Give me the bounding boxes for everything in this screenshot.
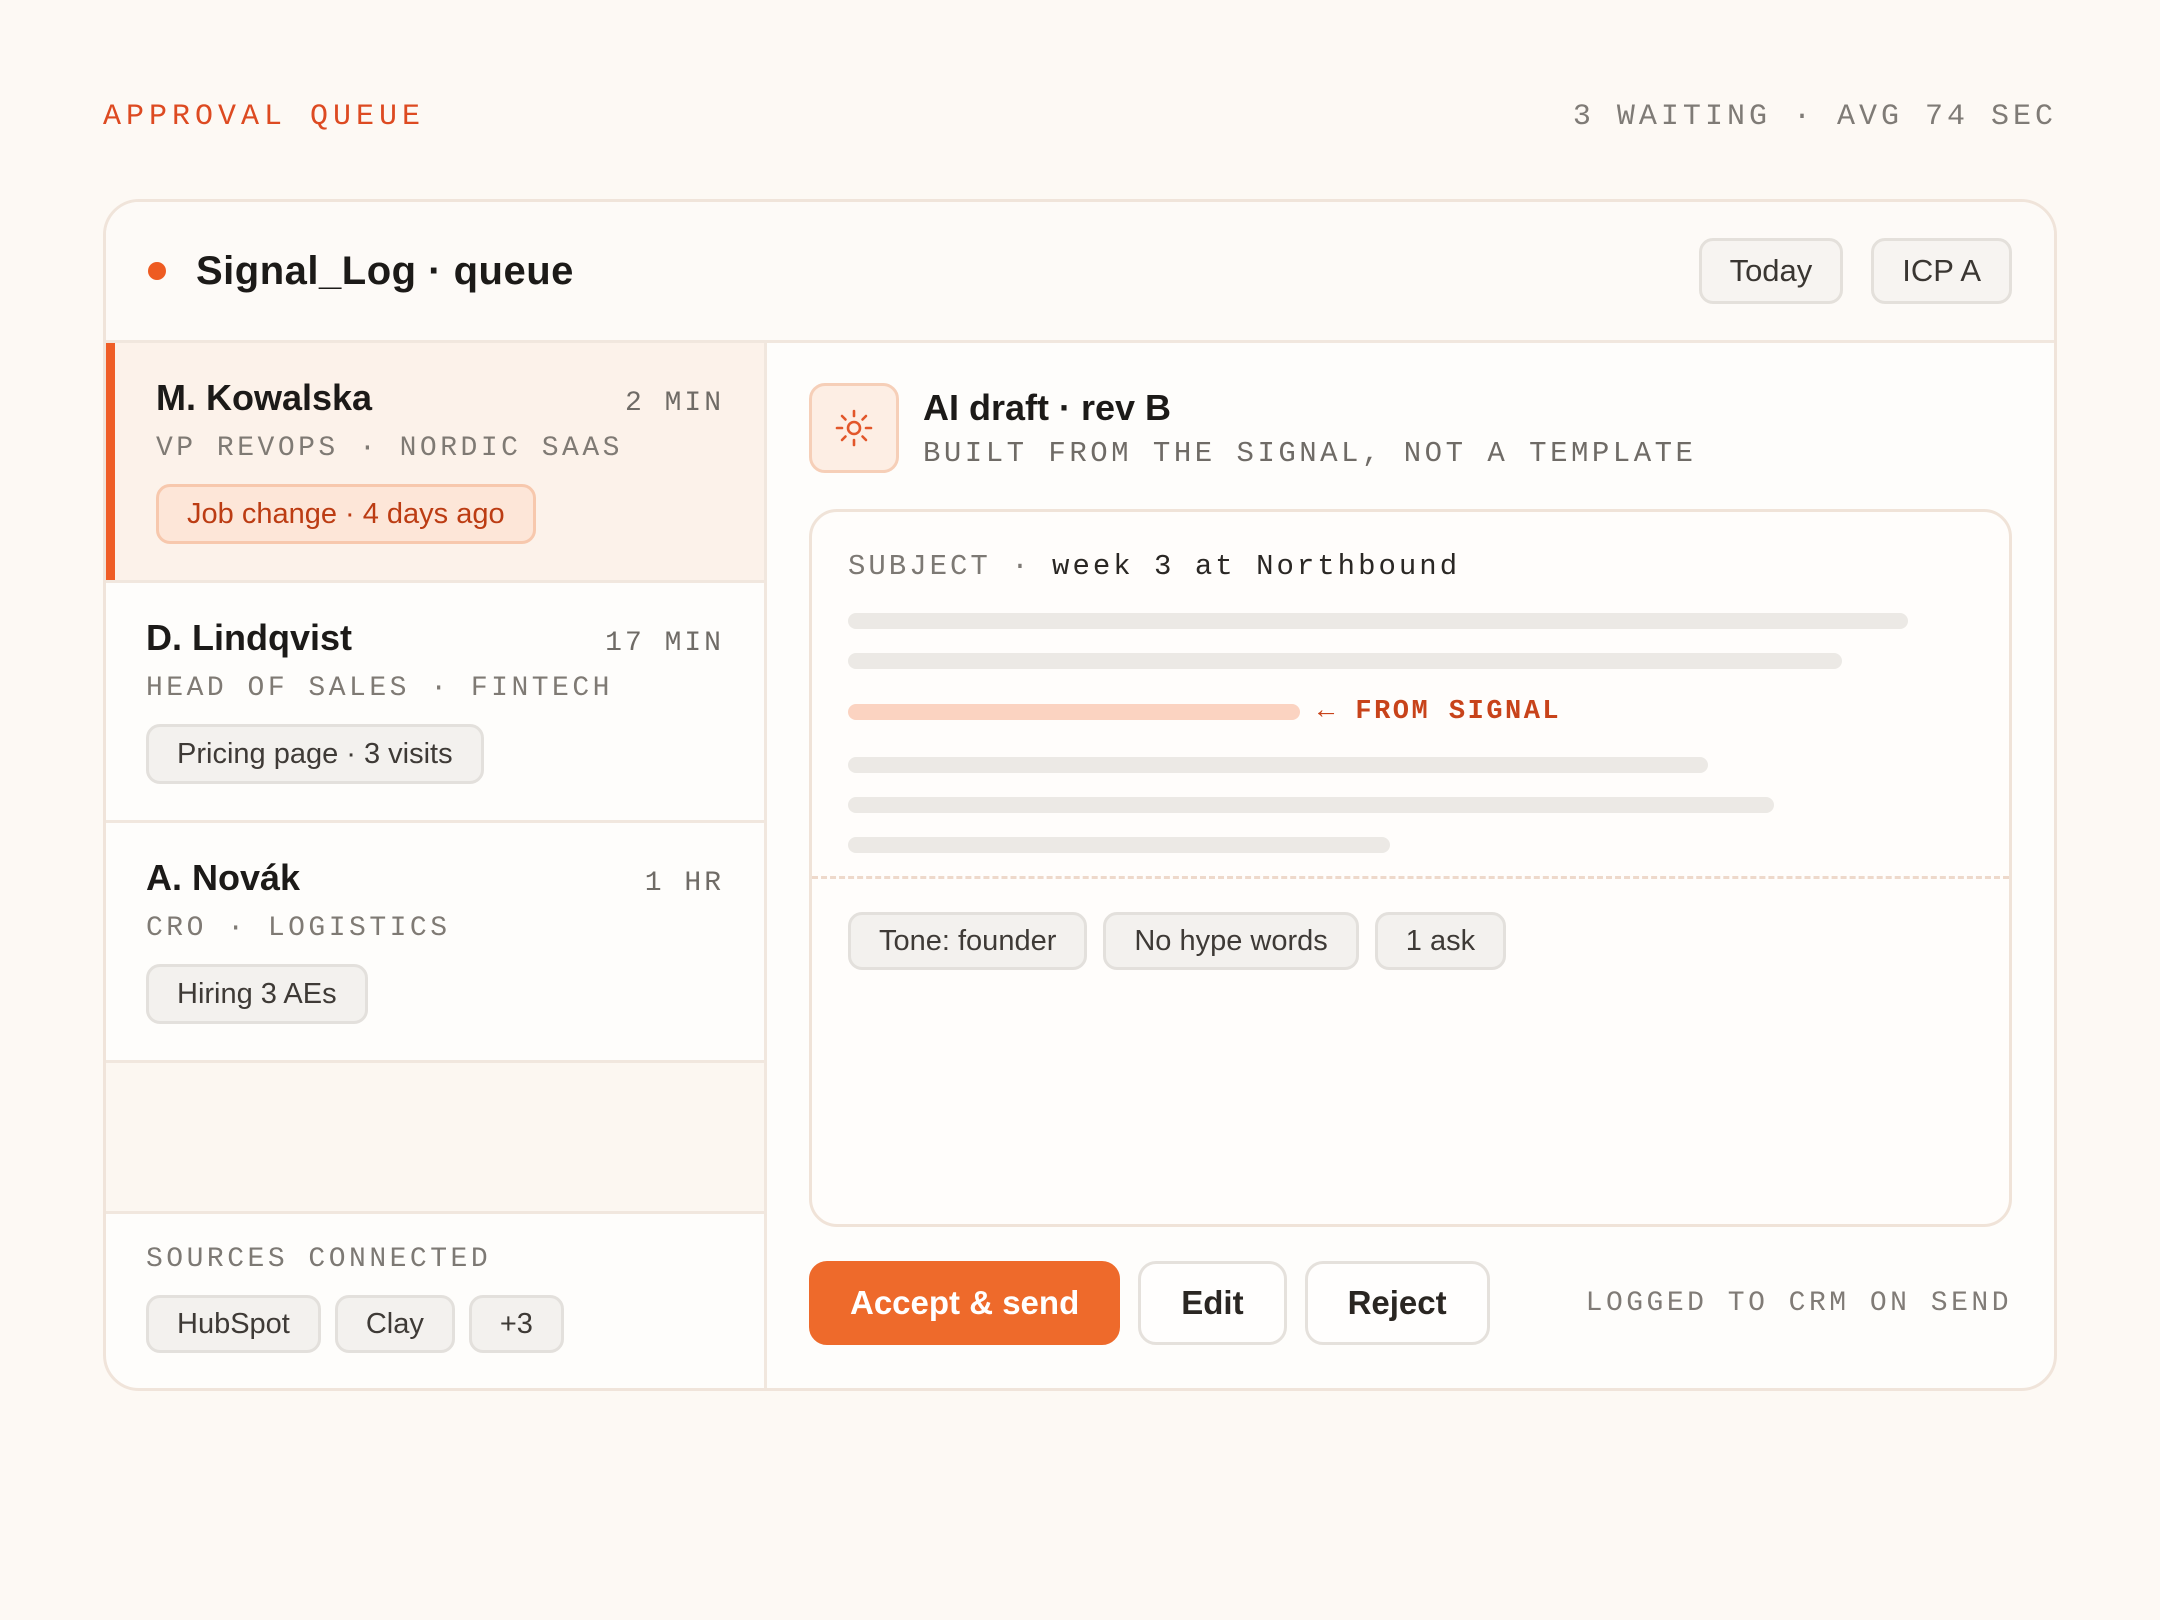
- page-eyebrow: APPROVAL QUEUE: [103, 100, 426, 134]
- lead-list-empty-area: [106, 1063, 764, 1214]
- lead-time: 2 MIN: [624, 388, 724, 419]
- from-signal-label: ← FROM SIGNAL: [1318, 697, 1562, 727]
- lead-item-kowalska[interactable]: M. Kowalska 2 MIN VP REVOPS · NORDIC SAA…: [106, 343, 764, 583]
- reject-button[interactable]: Reject: [1304, 1261, 1490, 1345]
- lead-time: 17 MIN: [605, 628, 724, 659]
- sun-icon: [809, 383, 899, 473]
- edit-button[interactable]: Edit: [1138, 1261, 1287, 1345]
- filter-icp-button[interactable]: ICP A: [1871, 238, 2012, 304]
- lead-signal-tag: Job change · 4 days ago: [156, 484, 536, 544]
- subject-label: SUBJECT ·: [848, 550, 1032, 583]
- body-line: [848, 613, 1908, 629]
- card-header: Signal_Log · queue Today ICP A: [106, 202, 2054, 343]
- source-clay[interactable]: Clay: [334, 1295, 455, 1353]
- subject-line: SUBJECT · week 3 at Northbound: [812, 512, 2009, 583]
- lead-signal-tag: Hiring 3 AEs: [146, 964, 368, 1024]
- filter-today-button[interactable]: Today: [1698, 238, 1844, 304]
- lead-signal-tag: Pricing page · 3 visits: [146, 724, 484, 784]
- body-line: [848, 797, 1774, 813]
- sources-label: SOURCES CONNECTED: [146, 1244, 492, 1275]
- subject-value: week 3 at Northbound: [1052, 550, 1461, 583]
- lead-name: A. Novák: [146, 857, 301, 898]
- draft-title: AI draft · rev B: [923, 386, 1172, 428]
- lead-item-lindqvist[interactable]: D. Lindqvist 17 MIN HEAD OF SALES · FINT…: [106, 583, 764, 823]
- draft-panel: AI draft · rev B BUILT FROM THE SIGNAL, …: [767, 343, 2054, 1388]
- lead-role: VP REVOPS · NORDIC SAAS: [156, 433, 623, 464]
- lead-role: HEAD OF SALES · FINTECH: [146, 673, 613, 704]
- lead-name: D. Lindqvist: [146, 617, 352, 658]
- lead-list: M. Kowalska 2 MIN VP REVOPS · NORDIC SAA…: [106, 343, 767, 1388]
- queue-card: Signal_Log · queue Today ICP A M. Kowals…: [103, 199, 2057, 1391]
- rule-tone-tag[interactable]: Tone: founder: [848, 912, 1088, 970]
- top-bar: APPROVAL QUEUE 3 WAITING · AVG 74 SEC: [103, 100, 2057, 134]
- source-hubspot[interactable]: HubSpot: [146, 1295, 321, 1353]
- draft-editor[interactable]: SUBJECT · week 3 at Northbound ← FROM SI…: [809, 509, 2012, 1227]
- rule-no-hype-tag[interactable]: No hype words: [1103, 912, 1359, 970]
- card-title: Signal_Log · queue: [196, 248, 574, 293]
- lead-name: M. Kowalska: [156, 377, 373, 418]
- sources-panel: SOURCES CONNECTED HubSpot Clay +3: [106, 1214, 764, 1388]
- status-dot-icon: [148, 262, 166, 280]
- signal-highlight-line: [848, 704, 1300, 720]
- source-more[interactable]: +3: [468, 1295, 564, 1353]
- crm-log-note: LOGGED TO CRM ON SEND: [1585, 1287, 2012, 1319]
- lead-time: 1 HR: [644, 868, 724, 899]
- rule-one-ask-tag[interactable]: 1 ask: [1374, 912, 1507, 970]
- body-line: [848, 757, 1708, 773]
- draft-divider: [812, 876, 2009, 879]
- body-line: [848, 653, 1842, 669]
- accept-send-button[interactable]: Accept & send: [809, 1261, 1121, 1345]
- lead-item-novak[interactable]: A. Novák 1 HR CRO · LOGISTICS Hiring 3 A…: [106, 823, 764, 1063]
- body-line: [848, 837, 1390, 853]
- queue-stats: 3 WAITING · AVG 74 SEC: [1572, 100, 2057, 134]
- lead-role: CRO · LOGISTICS: [146, 913, 451, 944]
- draft-subtitle: BUILT FROM THE SIGNAL, NOT A TEMPLATE: [923, 436, 1697, 470]
- action-bar: Accept & send Edit Reject LOGGED TO CRM …: [809, 1261, 2012, 1345]
- draft-body-placeholder: ← FROM SIGNAL: [812, 613, 2009, 853]
